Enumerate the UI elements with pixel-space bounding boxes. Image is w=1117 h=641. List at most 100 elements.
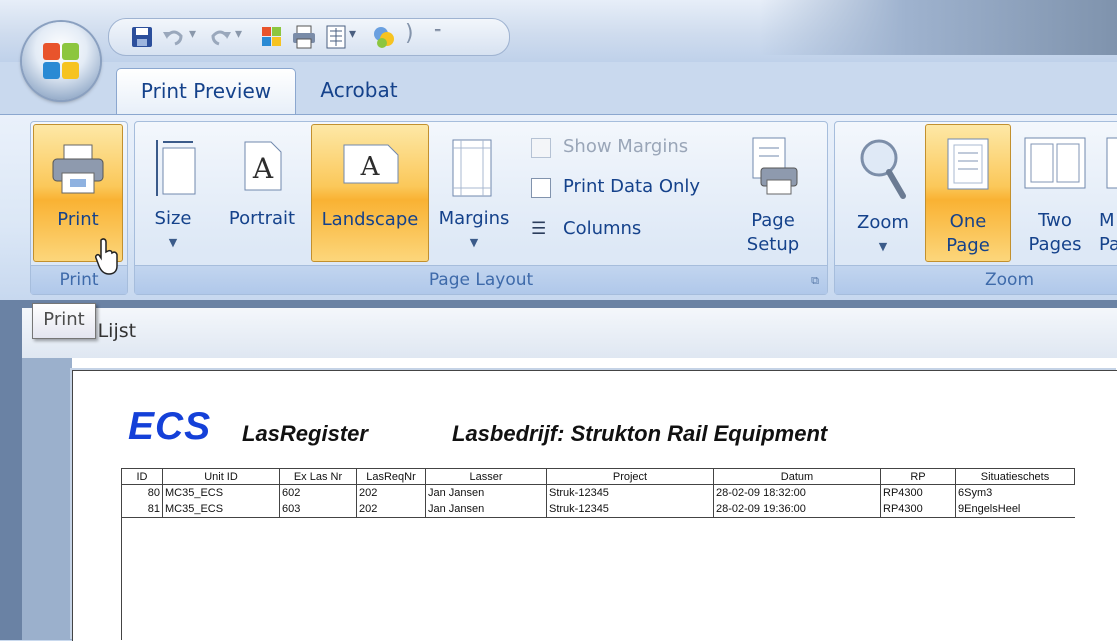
redo-icon[interactable] <box>207 24 233 50</box>
table-header-row: ID Unit ID Ex Las Nr LasReqNr Lasser Pro… <box>121 468 1075 485</box>
zoom-group-label: Zoom <box>835 265 1117 294</box>
columns-label: Columns <box>563 218 642 239</box>
office-document-icon[interactable] <box>259 24 285 50</box>
ribbon-tab-row: Print Preview Acrobat <box>0 62 1117 117</box>
zoom-button[interactable]: Zoom ▼ <box>843 132 923 262</box>
customize-icon[interactable]: ⁼ <box>434 25 441 41</box>
mouse-cursor-icon <box>95 238 118 275</box>
cell-unit-id: MC35_ECS <box>162 484 280 501</box>
report-brand: ECS <box>128 405 212 448</box>
col-header-project: Project <box>546 468 714 485</box>
col-header-ex-las-nr: Ex Las Nr <box>279 468 357 485</box>
more-pages-button[interactable]: M Pa <box>1097 132 1117 262</box>
two-pages-label-line2: Pages <box>1028 234 1082 255</box>
margins-button[interactable]: Margins ▼ <box>431 132 517 262</box>
report-table: ID Unit ID Ex Las Nr LasReqNr Lasser Pro… <box>121 468 1075 518</box>
zoom-group: Zoom ▼ One Page Two Pages M Pa Zoom <box>834 121 1117 295</box>
undo-icon[interactable] <box>161 24 187 50</box>
margins-dropdown-icon: ▼ <box>469 236 479 249</box>
more-pages-label-line2: Pa <box>1099 234 1117 255</box>
col-header-datum: Datum <box>713 468 881 485</box>
col-header-lasreqnr: LasReqNr <box>356 468 426 485</box>
col-header-rp: RP <box>880 468 956 485</box>
page-layout-group-label: Page Layout <box>135 265 827 294</box>
one-page-icon <box>947 138 989 190</box>
landscape-icon: A <box>343 144 399 184</box>
col-header-situatieschets: Situatieschets <box>955 468 1075 485</box>
qat-separator: ) <box>405 21 414 46</box>
page-setup-button[interactable]: Page Setup <box>735 132 811 262</box>
one-page-button[interactable]: One Page <box>925 124 1011 262</box>
landscape-label: Landscape <box>321 209 419 230</box>
page-setup-label-line1: Page <box>751 210 795 231</box>
cell-rp: RP4300 <box>880 501 956 518</box>
report-title: LasRegister <box>242 421 368 446</box>
print-preview-icon[interactable] <box>323 24 349 50</box>
zoom-label: Zoom <box>857 212 909 233</box>
print-data-only-checkbox[interactable]: Print Data Only <box>527 176 727 204</box>
page-setup-icon <box>752 137 798 195</box>
col-header-unit-id: Unit ID <box>162 468 280 485</box>
document-tab-bar <box>22 308 1117 359</box>
print-data-only-label: Print Data Only <box>563 176 701 197</box>
title-bar-glow <box>760 0 1117 55</box>
columns-button[interactable]: ☰ Columns <box>527 218 727 246</box>
landscape-button[interactable]: A Landscape <box>311 124 429 262</box>
columns-icon: ☰ <box>531 219 547 239</box>
cell-id: 81 <box>121 501 163 518</box>
svg-text:A: A <box>360 152 381 182</box>
tab-acrobat[interactable]: Acrobat <box>304 68 414 116</box>
cell-unit-id: MC35_ECS <box>162 501 280 518</box>
svg-text:A: A <box>252 152 274 185</box>
show-margins-box <box>531 138 551 158</box>
col-header-id: ID <box>121 468 163 485</box>
ribbon: Print Print Size ▼ A Portrait A Landscap… <box>0 114 1117 301</box>
print-icon[interactable] <box>291 24 317 50</box>
size-dropdown-icon: ▼ <box>168 236 178 249</box>
margins-icon <box>452 139 492 197</box>
cell-lasser: Jan Jansen <box>425 501 547 518</box>
table-row: 81 MC35_ECS 603 202 Jan Jansen Struk-123… <box>121 501 1075 518</box>
help-icon[interactable] <box>371 24 397 50</box>
portrait-icon: A <box>244 141 282 191</box>
cell-rp: RP4300 <box>880 484 956 501</box>
cell-ex-las-nr: 602 <box>279 484 357 501</box>
portrait-button[interactable]: A Portrait <box>223 132 301 262</box>
cell-lasser: Jan Jansen <box>425 484 547 501</box>
two-pages-label-line1: Two <box>1038 210 1072 231</box>
more-pages-label-line1: M <box>1099 210 1115 231</box>
table-row: 80 MC35_ECS 602 202 Jan Jansen Struk-123… <box>121 484 1075 501</box>
cell-lasreqnr: 202 <box>356 484 426 501</box>
cell-datum: 28-02-09 18:32:00 <box>713 484 881 501</box>
save-icon[interactable] <box>129 24 155 50</box>
cell-project: Struk-12345 <box>546 501 714 518</box>
preview-margin <box>22 358 72 640</box>
print-data-only-box <box>531 178 551 198</box>
page-size-icon <box>156 140 196 196</box>
office-button[interactable] <box>22 22 100 100</box>
show-margins-checkbox[interactable]: Show Margins <box>527 136 727 164</box>
size-label: Size <box>154 208 192 229</box>
tab-print-preview[interactable]: Print Preview <box>116 68 296 117</box>
redo-dropdown-icon[interactable]: ▾ <box>235 26 242 42</box>
two-pages-button[interactable]: Two Pages <box>1015 132 1095 262</box>
cell-ex-las-nr: 603 <box>279 501 357 518</box>
col-header-lasser: Lasser <box>425 468 547 485</box>
report-company: Lasbedrijf: Strukton Rail Equipment <box>452 421 828 446</box>
printer-icon <box>52 144 104 194</box>
size-button[interactable]: Size ▼ <box>143 132 203 262</box>
one-page-label-line1: One <box>949 211 987 232</box>
margins-label: Margins <box>438 208 510 229</box>
undo-dropdown-icon[interactable]: ▾ <box>189 26 196 42</box>
dialog-launcher-icon[interactable]: ⧉ <box>811 274 819 288</box>
office-logo-icon <box>43 43 79 79</box>
show-margins-label: Show Margins <box>563 136 689 157</box>
more-pages-icon <box>1106 137 1117 189</box>
cell-situatieschets: 9EngelsHeel <box>955 501 1075 518</box>
dropdown-arrow-icon[interactable]: ▾ <box>349 26 356 42</box>
cell-situatieschets: 6Sym3 <box>955 484 1075 501</box>
print-tooltip: Print <box>32 303 96 339</box>
cell-id: 80 <box>121 484 163 501</box>
page-layout-group: Size ▼ A Portrait A Landscape Margins ▼ … <box>134 121 828 295</box>
page-setup-label-line2: Setup <box>746 234 800 255</box>
